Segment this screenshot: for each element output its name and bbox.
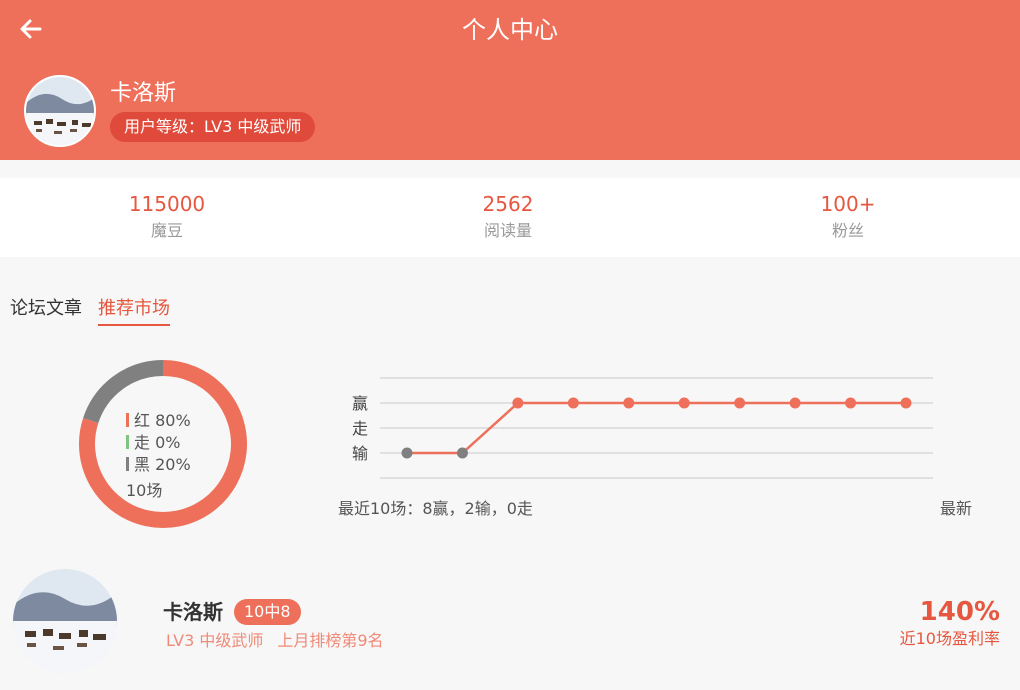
data-point xyxy=(734,397,746,409)
stat-value: 115000 xyxy=(128,192,206,216)
legend-draw-label: 走 0% xyxy=(134,433,181,452)
data-point xyxy=(456,447,468,459)
card-username: 卡洛斯 xyxy=(163,600,223,624)
card-rank: 上月排榜第9名 xyxy=(277,631,384,650)
stats-bar: 115000 魔豆 2562 阅读量 100+ 粉丝 xyxy=(0,178,1020,257)
data-point xyxy=(567,397,579,409)
donut-legend: 红 80% 走 0% 黑 20% xyxy=(126,410,191,476)
data-point xyxy=(512,397,524,409)
avatar[interactable] xyxy=(24,75,96,147)
data-point xyxy=(845,397,857,409)
y-tick-label: 走 xyxy=(352,419,368,438)
stat-beans[interactable]: 115000 魔豆 xyxy=(17,188,317,242)
tab-forum-articles[interactable]: 论坛文章 xyxy=(10,296,82,322)
stat-label: 阅读量 xyxy=(483,221,532,240)
legend-draw-swatch xyxy=(126,435,129,449)
profit-rate: 140% xyxy=(919,597,1000,627)
user-level-badge: 用户等级：LV3 中级武师 xyxy=(110,112,316,142)
data-point xyxy=(900,397,912,409)
legend-red-label: 红 80% xyxy=(134,411,191,430)
data-point xyxy=(789,397,801,409)
card-level-line: LV3 中级武师 上月排榜第9名 xyxy=(166,630,384,652)
legend-draw: 走 0% xyxy=(126,432,191,454)
header-bar: 个人中心 卡洛斯 用户等级：LV3 中级武师 xyxy=(0,0,1020,160)
y-tick-label: 输 xyxy=(352,444,368,463)
stat-reads[interactable]: 2562 阅读量 xyxy=(358,188,658,242)
recent-results-line-chart: 赢走输 xyxy=(352,377,933,479)
username: 卡洛斯 xyxy=(110,81,177,106)
stat-label: 魔豆 xyxy=(150,221,183,240)
legend-black-swatch xyxy=(126,457,129,471)
profit-rate-label: 近10场盈利率 xyxy=(899,629,1000,648)
card-avatar[interactable] xyxy=(13,569,117,673)
stat-value: 100+ xyxy=(820,192,876,216)
data-point xyxy=(678,397,690,409)
chart-latest-label: 最新 xyxy=(940,499,973,518)
legend-red: 红 80% xyxy=(126,410,191,432)
chart-caption: 最近10场：8赢，2输，0走 xyxy=(338,499,533,518)
stat-value: 2562 xyxy=(482,192,534,216)
data-point xyxy=(401,447,413,459)
card-level: LV3 中级武师 xyxy=(166,631,264,650)
page-title: 个人中心 xyxy=(462,16,558,44)
tab-recommend-market[interactable]: 推荐市场 xyxy=(98,296,170,326)
profit-block: 140% 近10场盈利率 xyxy=(900,596,1000,650)
legend-black: 黑 20% xyxy=(126,454,191,476)
stat-fans[interactable]: 100+ 粉丝 xyxy=(698,188,998,242)
stat-label: 粉丝 xyxy=(831,221,864,240)
legend-red-swatch xyxy=(126,413,129,427)
donut-total: 10场 xyxy=(126,481,163,500)
hit-rate-badge: 10中8 xyxy=(234,599,301,625)
data-point xyxy=(623,397,635,409)
legend-black-label: 黑 20% xyxy=(134,455,191,474)
y-tick-label: 赢 xyxy=(352,394,368,413)
